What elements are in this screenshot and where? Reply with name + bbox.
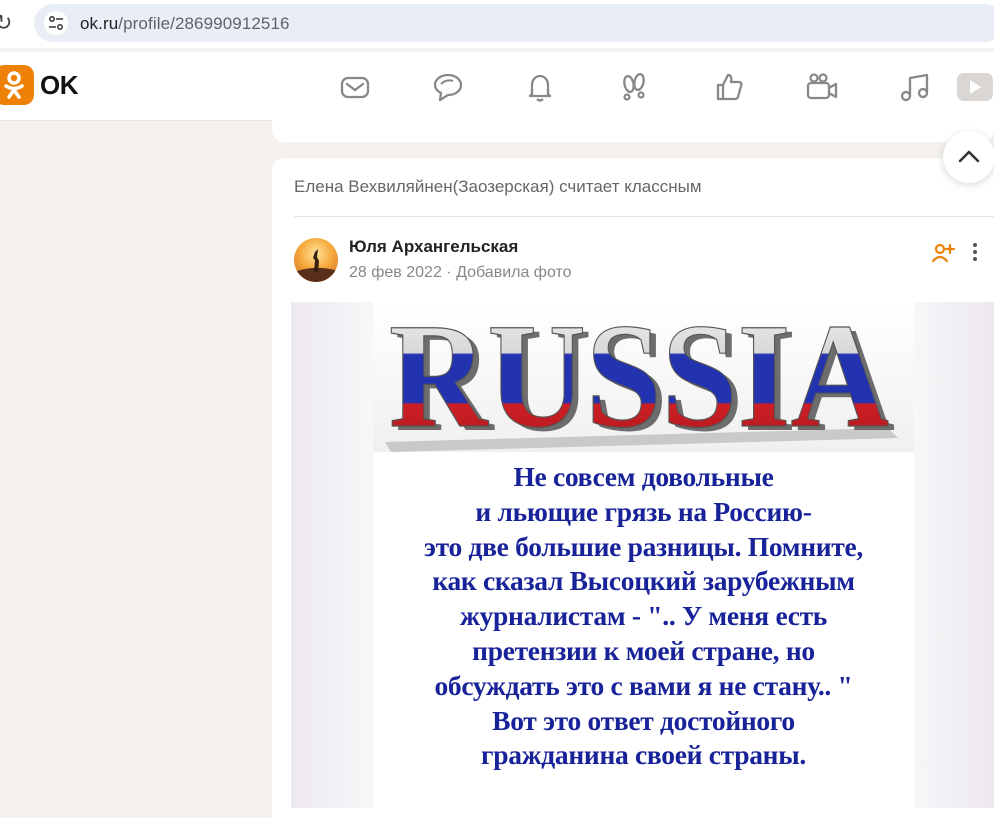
photo-text-line: обсуждать это с вами я не стану.. " [434,669,853,701]
more-options-icon[interactable] [968,240,982,266]
messages-icon[interactable] [338,70,372,104]
liked-by-text[interactable]: Елена Вехвиляйнен(Заозерская) считает кл… [294,177,702,197]
photo-content: RUSSIA RUSSIA Не совсем довольные и льющ… [373,302,914,808]
meta-separator: · [446,264,452,281]
site-header: OK [0,52,994,121]
previous-post-card [272,120,994,142]
guests-icon[interactable] [617,70,651,104]
notifications-icon[interactable] [523,70,557,104]
post-meta: 28 фев 2022 · Добавила фото [349,264,572,282]
post-date[interactable]: 28 фев 2022 [349,264,442,281]
photo-text-line: Вот это ответ достойного [492,704,795,736]
russia-banner-image: RUSSIA RUSSIA [373,302,914,452]
reload-icon[interactable]: ↻ [0,10,12,36]
music-icon[interactable] [898,70,932,104]
avatar[interactable] [294,238,338,282]
site-settings-icon[interactable] [44,11,68,35]
chevron-up-icon [958,150,980,163]
address-bar[interactable]: ok.ru/profile/286990912516 [34,4,994,42]
post-action: Добавила фото [456,264,572,281]
post-photo[interactable]: RUSSIA RUSSIA Не совсем довольные и льющ… [291,302,994,808]
add-friend-icon[interactable] [930,240,956,266]
photo-text-line: как сказал Высоцкий зарубежным [432,565,855,597]
photo-text-line: претензии к моей стране, но [472,634,815,666]
banner-word: RUSSIA [389,302,889,452]
discussions-icon[interactable] [431,70,465,104]
photo-text-line: это две большие разницы. Помните, [424,530,863,562]
ok-logo-icon[interactable] [0,65,34,105]
photo-text-line: и льющие грязь на Россию- [475,495,812,527]
video-icon[interactable] [956,72,994,102]
url-text: ok.ru/profile/286990912516 [80,14,290,33]
photo-caption: Не совсем довольные и льющие грязь на Ро… [373,460,914,773]
photo-text-line: Не совсем довольные [513,461,774,492]
browser-toolbar: ↻ ok.ru/profile/286990912516 [0,0,994,48]
brand-name[interactable]: OK [40,70,79,101]
post-author[interactable]: Юля Архангельская [349,237,518,257]
divider [294,216,994,217]
photo-text-line: гражданина своей страны. [481,739,806,771]
feed-post: Елена Вехвиляйнен(Заозерская) считает кл… [272,158,994,818]
friends-video-icon[interactable] [805,70,839,104]
photo-text-line: журналистам - ".. У меня есть [459,600,828,632]
events-icon[interactable] [712,70,746,104]
scroll-to-top-button[interactable] [943,131,994,183]
